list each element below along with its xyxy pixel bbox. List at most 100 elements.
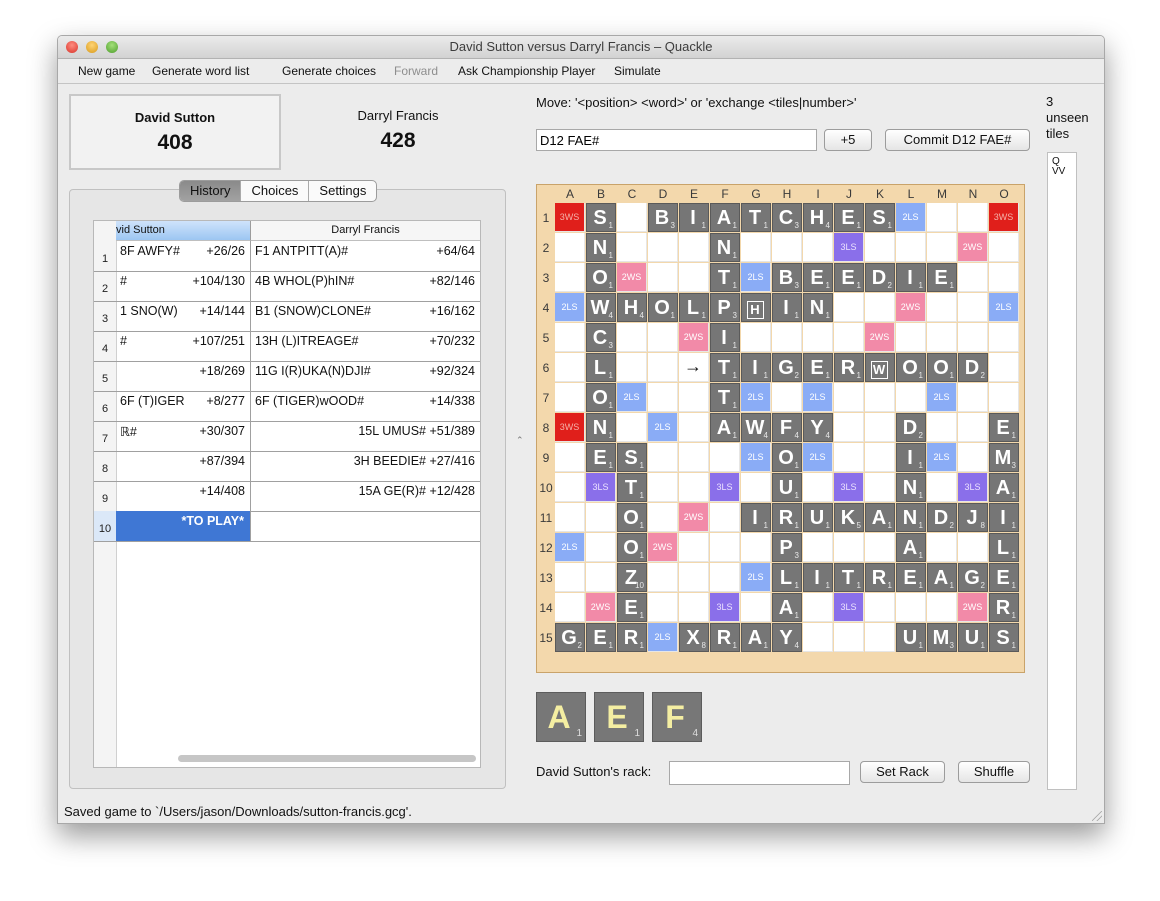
board-square[interactable] — [772, 323, 802, 352]
player2-move-cell[interactable]: 15L UMUS# +51/389 — [251, 421, 480, 451]
premium-square[interactable]: 2WS — [865, 323, 895, 352]
premium-square[interactable]: 2LS — [927, 443, 957, 472]
board-square[interactable] — [741, 233, 771, 262]
board-square[interactable] — [927, 413, 957, 442]
tab-settings[interactable]: Settings — [309, 181, 376, 201]
board-square[interactable] — [927, 293, 957, 322]
premium-square[interactable]: 2LS — [803, 443, 833, 472]
premium-square[interactable]: 3LS — [710, 473, 740, 502]
ask-championship-player-button[interactable]: Ask Championship Player — [458, 64, 595, 78]
board-square[interactable] — [927, 323, 957, 352]
board-square[interactable] — [958, 413, 988, 442]
board-square[interactable] — [648, 233, 678, 262]
premium-square[interactable]: 2LS — [648, 413, 678, 442]
player1-move-cell[interactable]: +18/269 — [116, 361, 251, 391]
player2-move-cell[interactable]: 15A GE(R)# +12/428 — [251, 481, 480, 511]
board-square[interactable] — [958, 203, 988, 232]
history-row[interactable]: 1 8F AWFY# +26/26 F1 ANTPITT(A)# +64/64 — [94, 241, 480, 272]
board-square[interactable] — [555, 353, 585, 382]
board-square[interactable] — [989, 233, 1019, 262]
player2-move-cell[interactable]: 3H BEEDIE# +27/416 — [251, 451, 480, 481]
player2-move-cell[interactable] — [251, 511, 480, 541]
board-square[interactable] — [555, 233, 585, 262]
player1-move-cell[interactable]: +14/408 — [116, 481, 251, 511]
history-row[interactable]: 9 +14/408 15A GE(R)# +12/428 — [94, 481, 480, 512]
board-square[interactable] — [958, 263, 988, 292]
board-square[interactable] — [648, 443, 678, 472]
board-square[interactable] — [648, 383, 678, 412]
board-square[interactable] — [679, 383, 709, 412]
commit-move-button[interactable]: Commit D12 FAE# — [885, 129, 1030, 151]
board-square[interactable] — [679, 443, 709, 472]
player1-move-cell[interactable]: 1 SNO(W) +14/144 — [116, 301, 251, 331]
board-square[interactable] — [679, 413, 709, 442]
set-rack-button[interactable]: Set Rack — [860, 761, 945, 783]
board-square[interactable] — [710, 533, 740, 562]
premium-square[interactable]: 2LS — [555, 533, 585, 562]
player2-move-cell[interactable]: F1 ANTPITT(A)# +64/64 — [251, 241, 480, 271]
board-square[interactable] — [958, 323, 988, 352]
board-square[interactable] — [555, 563, 585, 592]
rack-input[interactable] — [669, 761, 850, 785]
premium-square[interactable]: 2LS — [896, 203, 926, 232]
player2-move-cell[interactable]: 11G I(R)UKA(N)DJI# +92/324 — [251, 361, 480, 391]
board-square[interactable] — [772, 383, 802, 412]
forward-button[interactable]: Forward — [394, 64, 438, 78]
board-square[interactable] — [865, 443, 895, 472]
board-square[interactable] — [834, 323, 864, 352]
tab-choices[interactable]: Choices — [241, 181, 310, 201]
board-square[interactable] — [927, 593, 957, 622]
player2-move-cell[interactable]: B1 (SNOW)CLONE# +16/162 — [251, 301, 480, 331]
board-square[interactable] — [896, 233, 926, 262]
board-square[interactable] — [617, 323, 647, 352]
premium-square[interactable]: 2LS — [741, 263, 771, 292]
premium-square[interactable]: 3WS — [989, 203, 1019, 232]
history-row[interactable]: 10 *TO PLAY* — [94, 511, 480, 542]
premium-square[interactable]: 2LS — [741, 563, 771, 592]
premium-square[interactable]: 2WS — [586, 593, 616, 622]
board-square[interactable] — [679, 593, 709, 622]
board-square[interactable] — [834, 413, 864, 442]
premium-square[interactable]: 3LS — [710, 593, 740, 622]
board-square[interactable] — [958, 443, 988, 472]
player2-move-cell[interactable]: 13H (L)ITREAGE# +70/232 — [251, 331, 480, 361]
board-square[interactable] — [679, 473, 709, 502]
board-square[interactable] — [617, 413, 647, 442]
premium-square[interactable]: 3LS — [834, 593, 864, 622]
column-header-player1[interactable]: vid Sutton — [116, 221, 251, 241]
board-square[interactable] — [741, 473, 771, 502]
board-square[interactable] — [865, 383, 895, 412]
premium-square[interactable]: 2LS — [803, 383, 833, 412]
player1-move-cell[interactable]: # +104/130 — [116, 271, 251, 301]
premium-square[interactable]: 3WS — [555, 413, 585, 442]
premium-square[interactable]: 3LS — [958, 473, 988, 502]
player2-move-cell[interactable]: 6F (TIGER)wOOD# +14/338 — [251, 391, 480, 421]
history-row[interactable]: 2 # +104/130 4B WHOL(P)hIN# +82/146 — [94, 271, 480, 302]
zoom-window-button[interactable] — [106, 41, 118, 53]
premium-square[interactable]: 2WS — [958, 593, 988, 622]
new-game-button[interactable]: New game — [78, 64, 135, 78]
board-square[interactable] — [803, 593, 833, 622]
rack-tile[interactable]: F4 — [652, 692, 702, 742]
history-row[interactable]: 8 +87/394 3H BEEDIE# +27/416 — [94, 451, 480, 482]
game-board[interactable]: A B C D E F G H I J K L M N O 1 2 3 4 5 6 7 8 9 10 11 12 13 14 15 3WS S… — [536, 184, 1025, 673]
board-square[interactable] — [741, 323, 771, 352]
board-square[interactable] — [865, 293, 895, 322]
board-square[interactable] — [648, 593, 678, 622]
premium-square[interactable]: 2WS — [679, 503, 709, 532]
premium-square[interactable]: 2WS — [958, 233, 988, 262]
board-square[interactable] — [927, 533, 957, 562]
board-square[interactable] — [555, 473, 585, 502]
history-row[interactable]: 4 # +107/251 13H (L)ITREAGE# +70/232 — [94, 331, 480, 362]
board-square[interactable] — [927, 233, 957, 262]
board-square[interactable] — [679, 563, 709, 592]
board-square[interactable] — [927, 473, 957, 502]
board-square[interactable] — [865, 533, 895, 562]
player1-move-cell[interactable]: *TO PLAY* — [116, 511, 251, 541]
splitter-handle[interactable]: ⌃ — [516, 435, 524, 446]
board-square[interactable] — [617, 353, 647, 382]
board-square[interactable] — [803, 323, 833, 352]
board-square[interactable] — [865, 233, 895, 262]
premium-square[interactable]: 2LS — [648, 623, 678, 652]
board-square[interactable] — [617, 203, 647, 232]
